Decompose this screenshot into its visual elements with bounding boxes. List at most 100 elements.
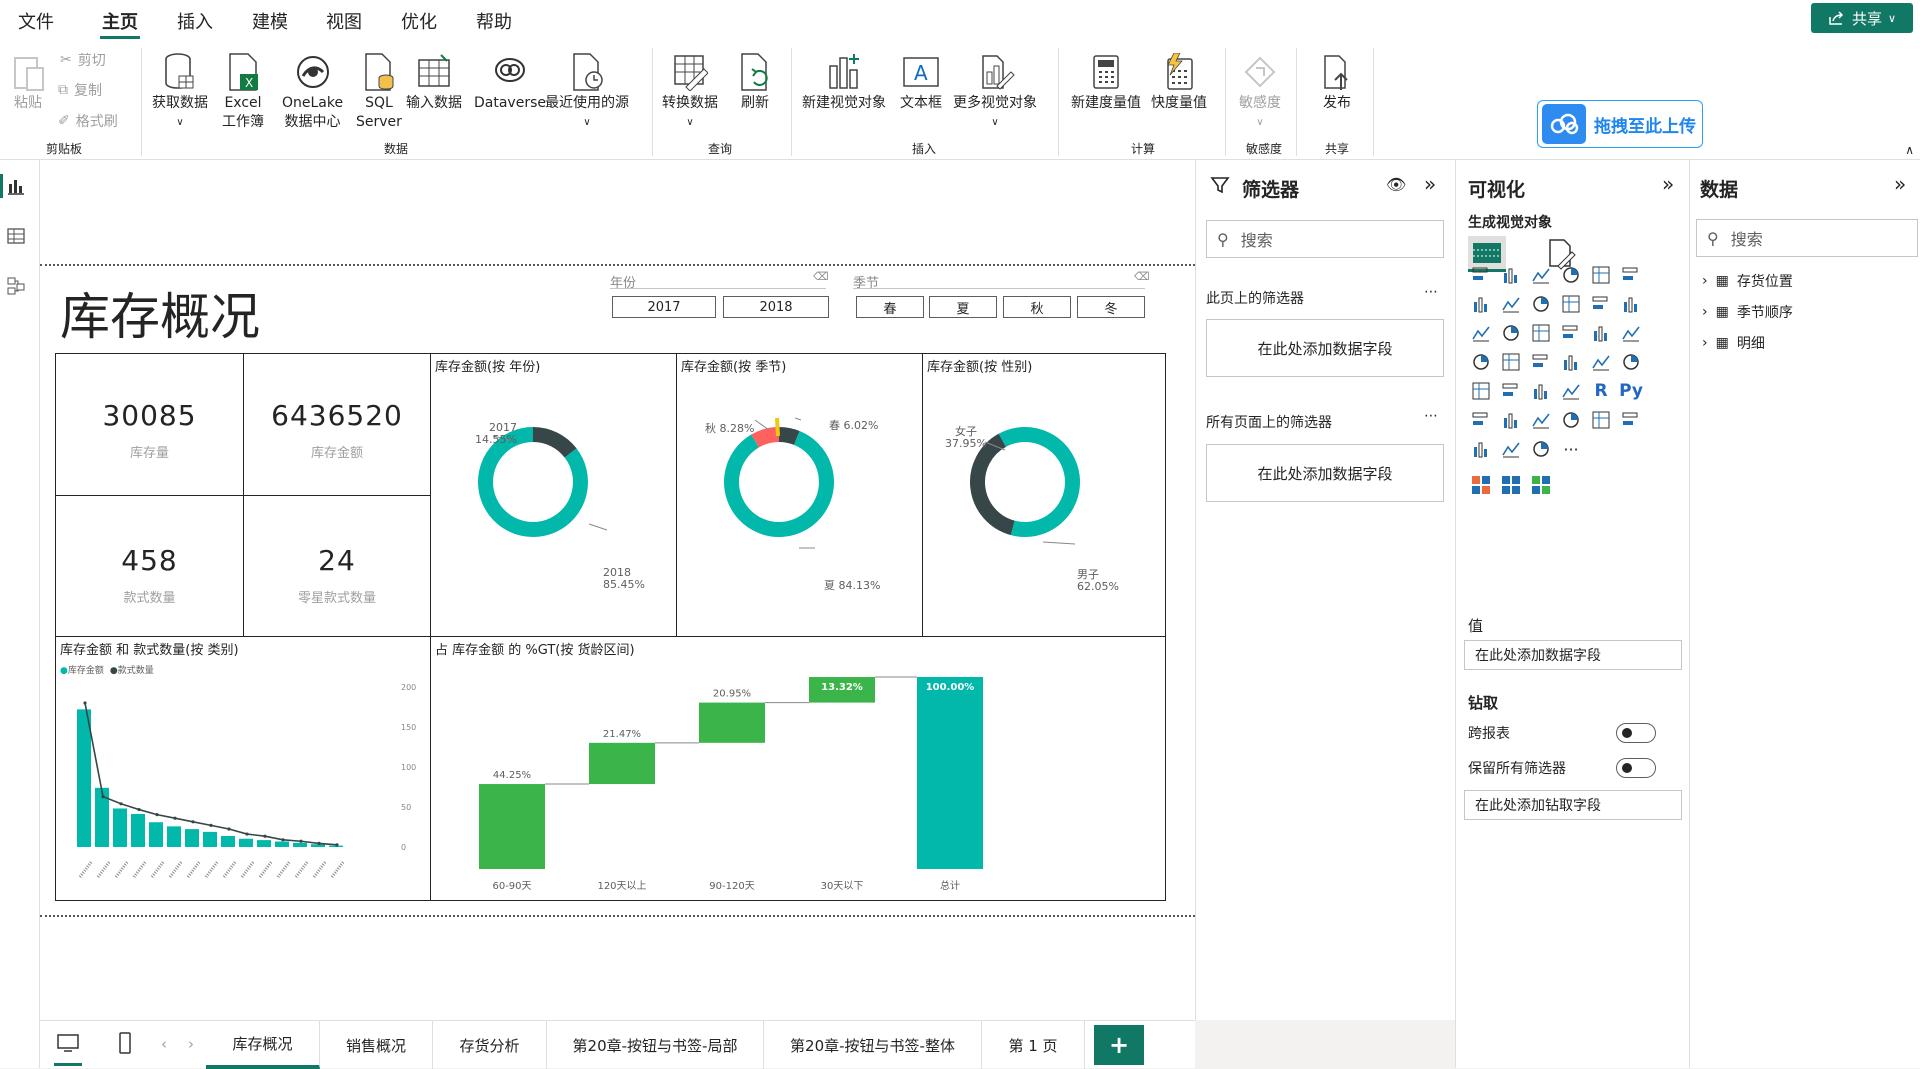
decomposition-tree-icon[interactable] bbox=[1498, 407, 1524, 433]
r-visual-icon[interactable]: R bbox=[1588, 378, 1614, 404]
pie-chart-icon[interactable] bbox=[1558, 320, 1584, 346]
multirow-card-icon[interactable] bbox=[1618, 349, 1644, 375]
prev-page-icon[interactable]: ‹ bbox=[161, 1035, 167, 1053]
values-dropzone[interactable]: 在此处添加数据字段 bbox=[1464, 640, 1682, 670]
page-tab-ch20-global[interactable]: 第20章-按钮与书签-整体 bbox=[764, 1021, 982, 1069]
stacked-column-icon[interactable] bbox=[1528, 262, 1554, 288]
sql-server-button[interactable]: SQL Server bbox=[356, 50, 402, 132]
line-column-icon[interactable] bbox=[1558, 291, 1584, 317]
copy-button[interactable]: ⧉ 复制 bbox=[58, 80, 102, 100]
slicer-season-summer[interactable]: 夏 bbox=[929, 296, 997, 318]
apps-icon[interactable] bbox=[1468, 472, 1494, 498]
scatter-icon[interactable] bbox=[1528, 320, 1554, 346]
collapse-filters-icon[interactable]: » bbox=[1424, 172, 1436, 196]
menu-file[interactable]: 文件 bbox=[18, 8, 54, 34]
power-bi-icon[interactable] bbox=[1528, 436, 1554, 462]
slicer-icon[interactable] bbox=[1498, 378, 1524, 404]
menu-modeling[interactable]: 建模 bbox=[252, 8, 288, 34]
kpi-card-stock-amount[interactable]: 6436520 库存金额 bbox=[243, 353, 431, 496]
stacked-area-icon[interactable] bbox=[1528, 291, 1554, 317]
cross-report-toggle[interactable] bbox=[1616, 723, 1656, 743]
card-icon[interactable] bbox=[1588, 349, 1614, 375]
key-influencers-icon[interactable] bbox=[1468, 407, 1494, 433]
waterfall-chart-visual[interactable]: 占 库存金额 的 %GT(按 货龄区间) 44.25% 60-90天 21.47% 1… bbox=[430, 636, 1166, 901]
page-tab-sales[interactable]: 销售概况 bbox=[320, 1021, 433, 1069]
eraser-icon[interactable]: ⌫ bbox=[1134, 270, 1150, 283]
menu-view[interactable]: 视图 bbox=[326, 8, 362, 34]
more-options-icon[interactable]: ⋯ bbox=[1424, 284, 1438, 300]
page-filters-dropzone[interactable]: 在此处添加数据字段 bbox=[1206, 319, 1444, 377]
table-icon[interactable] bbox=[1528, 378, 1554, 404]
data-table-item[interactable]: › ▦ 季节顺序 bbox=[1702, 302, 1793, 322]
matrix-icon[interactable] bbox=[1558, 378, 1584, 404]
mobile-layout-icon[interactable] bbox=[118, 1031, 132, 1059]
donut-gender-visual[interactable]: 库存金额(按 性别) 女子 37.95% 男子 62.05% bbox=[922, 353, 1166, 637]
search-visual-icon[interactable] bbox=[1498, 472, 1524, 498]
donut-season-visual[interactable]: 库存金额(按 季节) 秋 8.28% 春 6.02% 夏 84.13% bbox=[676, 353, 923, 637]
line-clustered-icon[interactable] bbox=[1588, 291, 1614, 317]
slicer-year-2018[interactable]: 2018 bbox=[723, 296, 829, 318]
kpi-card-sporadic-count[interactable]: 24 零星款式数量 bbox=[243, 495, 431, 637]
quick-measure-button[interactable]: 快度量值 bbox=[1151, 50, 1207, 113]
funnel-icon[interactable] bbox=[1498, 320, 1524, 346]
filters-search-input[interactable]: ⚲ 搜索 bbox=[1206, 220, 1444, 258]
power-automate-icon[interactable] bbox=[1498, 436, 1524, 462]
data-table-item[interactable]: › ▦ 明细 bbox=[1702, 333, 1765, 353]
waterfall-icon[interactable] bbox=[1468, 320, 1494, 346]
area-chart-icon[interactable] bbox=[1498, 291, 1524, 317]
format-painter-button[interactable]: ✐ 格式刷 bbox=[58, 111, 118, 131]
filled-map-icon[interactable] bbox=[1498, 349, 1524, 375]
clustered-bar-icon[interactable] bbox=[1498, 262, 1524, 288]
page-tab-inventory[interactable]: 库存概况 bbox=[206, 1021, 320, 1069]
donut-chart-icon[interactable] bbox=[1588, 320, 1614, 346]
line-chart-icon[interactable] bbox=[1468, 291, 1494, 317]
menu-help[interactable]: 帮助 bbox=[476, 8, 512, 34]
report-view-icon[interactable] bbox=[6, 176, 26, 200]
drill-dropzone[interactable]: 在此处添加钻取字段 bbox=[1464, 790, 1682, 820]
new-visual-button[interactable]: 新建视觉对象 bbox=[802, 50, 886, 113]
donut-year-visual[interactable]: 库存金额(按 年份) 2017 14.55% 2018 85.45% bbox=[430, 353, 677, 637]
page-tab-stock-analysis[interactable]: 存货分析 bbox=[433, 1021, 547, 1069]
more-options-icon[interactable]: ⋯ bbox=[1424, 408, 1438, 424]
desktop-layout-icon[interactable] bbox=[56, 1033, 80, 1057]
get-data-button[interactable]: 获取数据 ∨ bbox=[152, 50, 208, 132]
menu-optimize[interactable]: 优化 bbox=[401, 8, 437, 34]
upload-dropzone-button[interactable]: 拖拽至此上传 bbox=[1537, 100, 1703, 148]
next-page-icon[interactable]: › bbox=[188, 1035, 194, 1053]
collapse-ribbon-icon[interactable]: ∧ bbox=[1905, 143, 1914, 157]
100-bar-icon[interactable] bbox=[1588, 262, 1614, 288]
stacked-bar-icon[interactable] bbox=[1468, 262, 1494, 288]
azure-map-icon[interactable] bbox=[1528, 349, 1554, 375]
paste-button[interactable]: 粘贴 bbox=[8, 50, 48, 113]
share-button[interactable]: 共享 ∨ bbox=[1811, 3, 1913, 33]
more-visuals-button[interactable]: 更多视觉对象 ∨ bbox=[953, 50, 1037, 132]
kpi-card-stock-qty[interactable]: 30085 库存量 bbox=[55, 353, 244, 496]
slicer-season-winter[interactable]: 冬 bbox=[1077, 296, 1145, 318]
recent-sources-button[interactable]: 最近使用的源 ∨ bbox=[545, 50, 629, 132]
kpi-card-style-count[interactable]: 458 款式数量 bbox=[55, 495, 244, 637]
slicer-year-2017[interactable]: 2017 bbox=[612, 296, 716, 318]
textbox-button[interactable]: A 文本框 bbox=[900, 50, 942, 113]
eraser-icon[interactable]: ⌫ bbox=[813, 270, 829, 283]
keep-filters-toggle[interactable] bbox=[1616, 758, 1656, 778]
menu-insert[interactable]: 插入 bbox=[177, 8, 213, 34]
menu-home[interactable]: 主页 bbox=[102, 8, 138, 34]
excel-button[interactable]: X Excel 工作簿 bbox=[222, 50, 264, 132]
slicer-season-spring[interactable]: 春 bbox=[856, 296, 924, 318]
map-icon[interactable] bbox=[1468, 349, 1494, 375]
combo-chart-visual[interactable]: 库存金额 和 款式数量(按 类别) ●库存金额 ●款式数量 0 50 100 150 2… bbox=[55, 636, 431, 901]
power-apps-icon[interactable] bbox=[1468, 436, 1494, 462]
model-view-icon[interactable] bbox=[6, 276, 26, 300]
python-visual-icon[interactable]: Py bbox=[1618, 378, 1644, 404]
treemap-icon[interactable] bbox=[1618, 320, 1644, 346]
new-measure-button[interactable]: 新建度量值 bbox=[1071, 50, 1141, 113]
page-tab-ch20-local[interactable]: 第20章-按钮与书签-局部 bbox=[547, 1021, 764, 1069]
sensitivity-button[interactable]: 敏感度 ∨ bbox=[1239, 50, 1281, 132]
data-table-item[interactable]: › ▦ 存货位置 bbox=[1702, 271, 1793, 291]
data-search-input[interactable]: ⚲ 搜索 bbox=[1696, 219, 1918, 257]
kpi-icon[interactable] bbox=[1468, 378, 1494, 404]
layers-icon[interactable] bbox=[1528, 472, 1554, 498]
dataverse-button[interactable]: Dataverse bbox=[474, 50, 546, 113]
transform-data-button[interactable]: 转换数据 ∨ bbox=[662, 50, 718, 132]
refresh-button[interactable]: 刷新 bbox=[735, 50, 775, 113]
